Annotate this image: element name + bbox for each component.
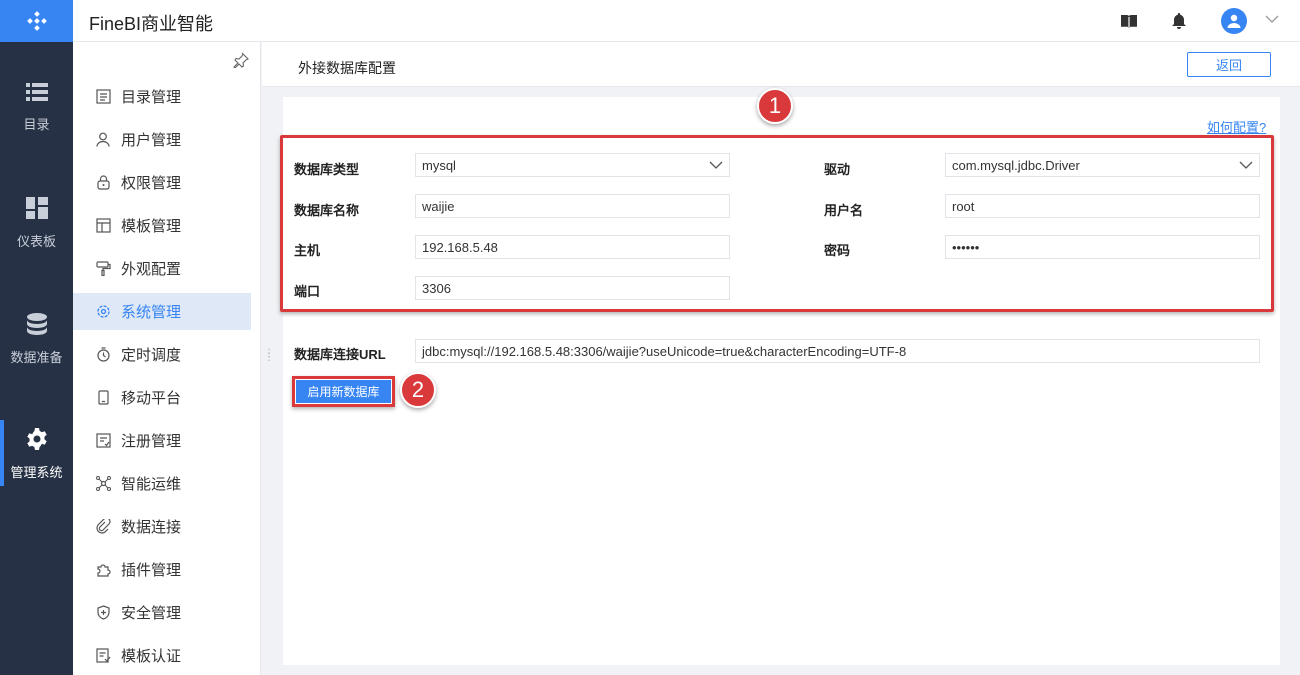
back-button[interactable]: 返回 [1187,52,1271,77]
sidebar-item-label: 模板认证 [121,648,182,665]
sidebar-item-label: 系统管理 [121,304,182,321]
driver-value: com.mysql.jdbc.Driver [952,157,1080,173]
rail-item-label: 目录 [23,117,50,132]
rail-item-label: 数据准备 [10,350,63,365]
chevron-down-icon [1239,158,1253,175]
rail-item-admin[interactable]: 管理系统 [0,420,73,486]
ops-icon [95,476,111,492]
top-header: FineBI商业智能 [73,0,1300,42]
sidebar-item-appearance[interactable]: 外观配置 [73,250,251,287]
sidebar-item-register[interactable]: 注册管理 [73,422,251,459]
port-label: 端口 [294,284,321,299]
lock-icon [95,175,111,191]
sidebar-item-label: 移动平台 [121,390,182,407]
timer-icon [95,347,111,363]
host-label: 主机 [294,243,321,258]
sidebar-item-label: 目录管理 [121,89,182,106]
driver-label: 驱动 [824,162,851,177]
sidebar-item-label: 用户管理 [121,132,182,149]
enable-new-db-button[interactable]: 启用新数据库 [295,379,392,404]
rail-item-catalog[interactable]: 目录 [0,82,73,133]
sidebar-item-label: 安全管理 [121,605,182,622]
bell-icon[interactable] [1170,12,1188,30]
sidebar-item-user-mgmt[interactable]: 用户管理 [73,121,251,158]
rail-item-label: 仪表板 [16,234,56,249]
db-type-select[interactable]: mysql [415,153,730,177]
mobile-icon [95,390,111,406]
list-icon [25,83,48,101]
username-input[interactable]: root [945,194,1260,218]
shield-icon [95,605,111,621]
plugin-icon [95,562,111,578]
sidebar-item-system-mgmt[interactable]: 系统管理 [73,293,251,330]
sidebar-item-label: 注册管理 [121,433,182,450]
url-input[interactable]: jdbc:mysql://192.168.5.48:3306/waijie?us… [415,339,1260,363]
db-name-label: 数据库名称 [294,203,360,218]
sidebar-item-ops[interactable]: 智能运维 [73,465,251,502]
port-input[interactable]: 3306 [415,276,730,300]
primary-rail: 目录 仪表板 数据准备 管理系统 [0,0,73,675]
content-header: 外接数据库配置 返回 [262,42,1300,87]
host-input[interactable]: 192.168.5.48 [415,235,730,259]
help-doc-icon[interactable] [1120,12,1138,30]
db-name-input[interactable]: waijie [415,194,730,218]
sidebar-item-label: 权限管理 [121,175,182,192]
annotation-badge-1: 1 [757,88,793,124]
page-title: 外接数据库配置 [298,60,396,76]
brush-icon [95,261,111,277]
pin-icon[interactable] [233,52,249,71]
sidebar-item-mobile[interactable]: 移动平台 [73,379,251,416]
chevron-down-icon[interactable] [1265,12,1279,29]
url-label: 数据库连接URL [294,347,386,362]
database-icon [26,313,47,335]
username-label: 用户名 [824,203,864,218]
config-card: 如何配置? 数据库类型 mysql 驱动 com.mysql.jdbc.Driv… [280,88,1280,665]
certify-icon [95,648,111,664]
annotation-badge-2: 2 [400,372,436,408]
settings-icon [95,304,111,320]
sidebar-item-label: 定时调度 [121,347,182,364]
dashboard-icon [25,197,48,219]
db-type-value: mysql [422,157,456,173]
avatar[interactable] [1221,8,1247,34]
catalog-icon [95,89,111,105]
sidebar-resize-handle[interactable]: ⋮ ⋮ [264,349,274,363]
sidebar-item-plugins[interactable]: 插件管理 [73,551,251,588]
user-avatar-icon [1227,14,1241,28]
sidebar-item-schedule[interactable]: 定时调度 [73,336,251,373]
gear-icon [26,428,47,450]
sidebar-item-catalog-mgmt[interactable]: 目录管理 [73,78,251,115]
db-type-label: 数据库类型 [294,162,360,177]
register-icon [95,433,111,449]
password-label: 密码 [824,243,851,258]
sidebar-item-data-connection[interactable]: 数据连接 [73,508,251,545]
sidebar-item-label: 模板管理 [121,218,182,235]
highlight-box-2: 启用新数据库 [292,376,395,407]
chevron-down-icon [709,158,723,175]
sidebar-item-permission-mgmt[interactable]: 权限管理 [73,164,251,201]
sidebar-item-label: 插件管理 [121,562,182,579]
user-icon [95,132,111,148]
app-title: FineBI商业智能 [89,14,214,34]
driver-select[interactable]: com.mysql.jdbc.Driver [945,153,1260,177]
logo-icon [26,11,47,31]
rail-item-dashboard[interactable]: 仪表板 [0,197,73,250]
how-to-configure-link[interactable]: 如何配置? [1207,117,1266,136]
sidebar-item-label: 数据连接 [121,519,182,536]
rail-item-data-prep[interactable]: 数据准备 [0,313,73,366]
link-icon [95,519,111,535]
sidebar-item-template-mgmt[interactable]: 模板管理 [73,207,251,244]
template-icon [95,218,111,234]
sidebar-item-security[interactable]: 安全管理 [73,594,251,631]
sidebar-item-template-cert[interactable]: 模板认证 [73,637,251,674]
password-input[interactable]: •••••• [945,235,1260,259]
admin-sidebar: 目录管理 用户管理 权限管理 模板管理 外观配置 系统管理 定时调度 移动平台 … [73,42,261,675]
app-logo[interactable] [0,0,73,42]
sidebar-item-label: 智能运维 [121,476,182,493]
sidebar-item-label: 外观配置 [121,261,182,278]
rail-item-label: 管理系统 [10,465,63,480]
